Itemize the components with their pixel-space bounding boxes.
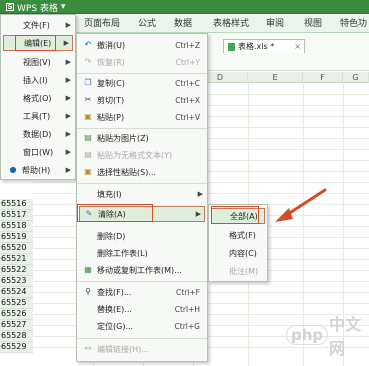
tab-view[interactable]: 视图 [304,15,322,33]
row-header[interactable]: 65523 [0,276,33,287]
tab-page-layout[interactable]: 页面布局 [84,15,120,33]
red-arrow-icon [275,188,327,222]
tab-formula[interactable]: 公式 [138,15,156,33]
link-icon: ⚯ [84,344,92,353]
column-header[interactable]: G [343,72,369,83]
row-header[interactable]: 65519 [0,232,33,243]
row-header[interactable]: 65521 [0,254,33,265]
menu-item-cut[interactable]: ✂ 剪切(T) Ctrl+X [77,93,207,107]
app-title: WPS 表格 [17,3,58,14]
paste-text-icon: ▤ [84,150,92,159]
menu-item-insert[interactable]: 插入(I) ▶ [1,73,75,87]
menu-item-format[interactable]: 格式(O) ▶ [1,91,75,105]
menu-item-fill[interactable]: 填充(I) ▶ [77,187,207,201]
php-logo: php [286,325,329,345]
document-tab[interactable]: 表格.xls * × [223,39,305,53]
row-header[interactable]: 65524 [0,287,33,298]
row-header[interactable]: 65525 [0,298,33,309]
cut-icon: ✂ [84,95,92,104]
menu-item-paste-as-picture[interactable]: ▤ 粘贴为图片(Z) [77,131,207,145]
undo-icon: ↶ [84,40,92,49]
highlight-clear-all [211,206,259,224]
watermark-text: 中文网 [329,315,362,358]
menu-item-view[interactable]: 视图(V) ▶ [1,55,75,69]
row-header[interactable]: 65516 [0,199,33,210]
highlight-clear [77,204,153,222]
column-header[interactable]: E [248,72,303,83]
copy-icon: ❐ [84,78,92,87]
menu-item-window[interactable]: 窗口(W) ▶ [1,145,75,159]
tab-data[interactable]: 数据 [174,15,192,33]
edit-menu: ↶ 撤消(U) Ctrl+Z ↷ 恢复(R) Ctrl+Y ❐ 复制(C) Ctrl+C ✂… [76,33,208,362]
tab-table-style[interactable]: 表格样式 [213,15,249,33]
menu-item-data[interactable]: 数据(D) ▶ [1,127,75,141]
menu-item-clear-comments: 批注(M) [229,266,259,276]
row-header[interactable]: 65527 [0,320,33,331]
tab-special[interactable]: 特色功 [340,15,367,33]
row-header[interactable]: 65529 [0,342,33,353]
close-icon[interactable]: × [294,42,301,51]
paste-icon: ▣ [84,112,92,121]
redo-icon: ↷ [84,57,92,66]
watermark: php 中文网 [286,315,369,358]
menu-item-file[interactable]: 文件(F) ▶ [1,18,75,32]
row-header[interactable]: 65518 [0,221,33,232]
move-sheet-icon: ▦ [84,265,92,274]
menu-item-copy[interactable]: ❐ 复制(C) Ctrl+C [77,76,207,90]
menu-item-goto[interactable]: 定位(G)... Ctrl+G [77,319,207,333]
row-header[interactable]: 65517 [0,210,33,221]
row-header[interactable]: 65520 [0,243,33,254]
row-header[interactable]: 65526 [0,309,33,320]
menu-item-paste-as-text: ▤ 粘贴为无格式文本(Y) [84,150,173,160]
menu-item-paste[interactable]: ▣ 粘贴(P) Ctrl+V [77,110,207,124]
paste-image-icon: ▤ [84,133,92,142]
row-header[interactable]: 65528 [0,331,33,342]
menu-item-paste-special[interactable]: ▣ 选择性粘贴(S)... [77,165,207,179]
tab-review[interactable]: 审阅 [266,15,284,33]
menu-item-clear-contents[interactable]: 内容(C) [209,246,267,260]
column-header[interactable]: F [303,72,343,83]
paste-special-icon: ▣ [84,167,92,176]
dropdown-arrow-icon: ▾ [60,2,66,12]
menu-item-tools[interactable]: 工具(T) ▶ [1,109,75,123]
menu-item-delete[interactable]: 删除(D) [77,229,207,243]
highlight-edit [15,35,56,51]
wps-menu-button[interactable]: S WPS 表格 ▾ [2,1,74,14]
menu-item-redo: ↷ 恢复(R) Ctrl+Y [84,57,200,67]
ribbon-tabs: 页面布局 公式 数据 表格样式 审阅 视图 特色功 [76,15,369,33]
menu-item-move-copy-sheet[interactable]: ▦ 移动或复制工作表(M)... [77,263,207,277]
menu-item-find[interactable]: ⚲ 查找(F)... Ctrl+F [77,285,207,299]
spreadsheet-icon [228,42,235,51]
binoculars-icon: ⚲ [85,287,91,296]
help-icon: ● [9,165,17,174]
wps-logo-icon: S [6,3,14,11]
menu-item-clear-formats[interactable]: 格式(F) [209,228,267,242]
menu-item-edit-links: ⚯ 编辑链接(H)... [84,344,149,354]
menu-item-replace[interactable]: 替换(E)... Ctrl+H [77,302,207,316]
menu-item-help[interactable]: ● 帮助(H) ▶ [1,163,75,177]
document-name: 表格.xls * [238,42,275,51]
row-header[interactable]: 65522 [0,265,33,276]
menu-item-undo[interactable]: ↶ 撤消(U) Ctrl+Z [77,38,207,52]
title-bar: S WPS 表格 ▾ [0,0,369,14]
menu-item-delete-sheet[interactable]: 删除工作表(L) [77,246,207,260]
